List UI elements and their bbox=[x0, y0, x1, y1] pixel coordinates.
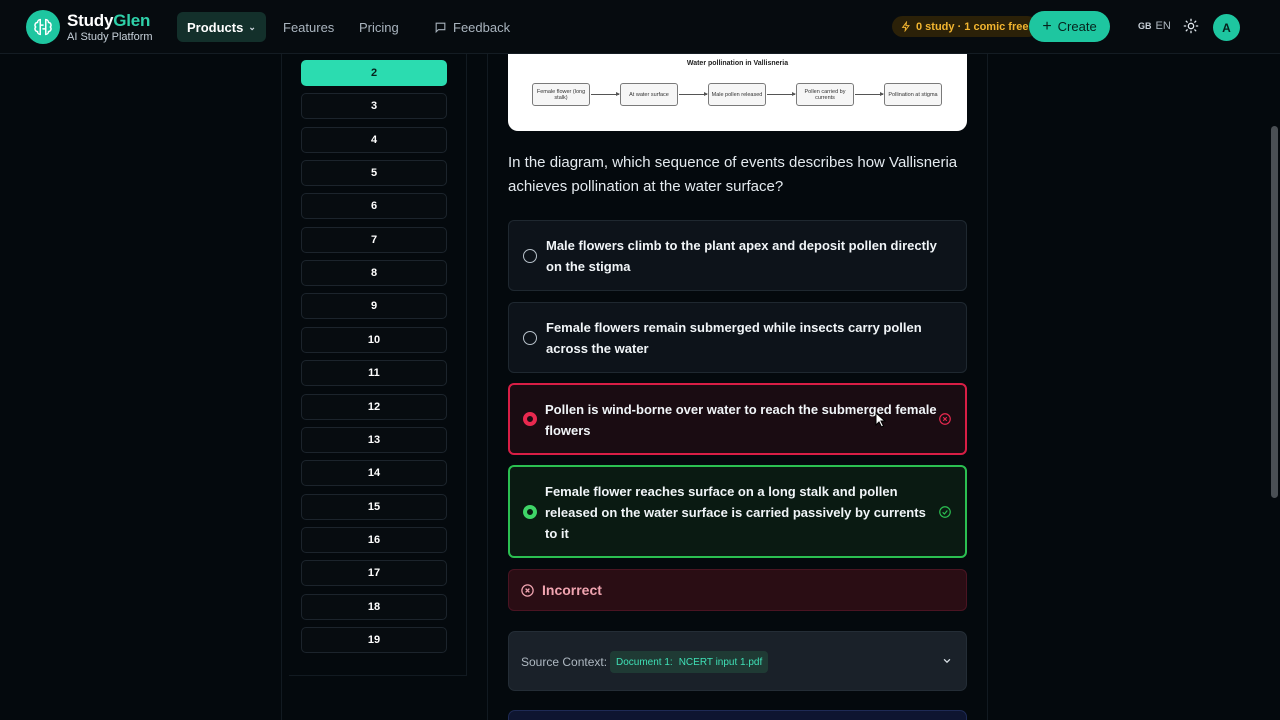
diagram-arrow bbox=[767, 92, 796, 96]
bolt-icon bbox=[901, 21, 910, 32]
diagram-arrow bbox=[591, 92, 620, 96]
nav-products-label: Products bbox=[187, 19, 244, 35]
radio-selected-icon bbox=[523, 412, 537, 426]
nav-pricing[interactable]: Pricing bbox=[349, 12, 409, 42]
top-navbar: StudyGlen AI Study Platform Products ⌄ F… bbox=[0, 0, 1280, 54]
question-nav-button[interactable]: 5 bbox=[301, 160, 447, 186]
radio-icon bbox=[523, 331, 537, 345]
answer-option-selected-wrong[interactable]: Pollen is wind-borne over water to reach… bbox=[508, 383, 967, 455]
message-icon bbox=[435, 22, 446, 33]
answer-option[interactable]: Female flowers remain submerged while in… bbox=[508, 302, 967, 373]
question-nav-button[interactable]: 9 bbox=[301, 293, 447, 319]
scrollbar-thumb[interactable] bbox=[1271, 126, 1278, 498]
check-circle-icon bbox=[939, 506, 951, 518]
sun-icon[interactable] bbox=[1183, 18, 1199, 34]
answer-option-text: Female flower reaches surface on a long … bbox=[545, 484, 926, 541]
question-nav-button[interactable]: 7 bbox=[301, 227, 447, 253]
question-nav-button[interactable]: 13 bbox=[301, 427, 447, 453]
brand-name: StudyGlen bbox=[67, 10, 151, 30]
question-nav-button[interactable]: 4 bbox=[301, 127, 447, 153]
question-nav-button[interactable]: 16 bbox=[301, 527, 447, 553]
question-nav-button[interactable]: 8 bbox=[301, 260, 447, 286]
question-text: In the diagram, which sequence of events… bbox=[508, 154, 958, 195]
radio-icon bbox=[523, 249, 537, 263]
create-label: Create bbox=[1057, 19, 1097, 34]
source-context-label: Source Context: bbox=[521, 655, 608, 669]
diagram-step: Female flower (long stalk) bbox=[532, 83, 590, 106]
nav-feedback-label: Feedback bbox=[453, 19, 511, 35]
brain-icon bbox=[26, 10, 60, 44]
answer-option-text: Male flowers climb to the plant apex and… bbox=[546, 238, 937, 274]
chevron-down-icon: ⌄ bbox=[248, 21, 256, 32]
language-label: EN bbox=[1155, 20, 1171, 32]
result-feedback: Incorrect bbox=[508, 569, 967, 611]
diagram-step: Pollen carried by currents bbox=[796, 83, 854, 106]
source-document-chip[interactable]: Document 1: NCERT input 1.pdf bbox=[610, 651, 769, 673]
diagram-step: At water surface bbox=[620, 83, 678, 106]
x-circle-icon bbox=[521, 584, 534, 597]
source-doc-label: Document 1: bbox=[616, 656, 673, 668]
language-selector[interactable]: GB EN bbox=[1138, 20, 1171, 32]
question-nav-button[interactable]: 6 bbox=[301, 193, 447, 219]
x-circle-icon bbox=[939, 413, 951, 425]
radio-correct-icon bbox=[523, 505, 537, 519]
result-text: Incorrect bbox=[542, 582, 602, 598]
question-diagram: Water pollination in Vallisneria Female … bbox=[508, 54, 967, 131]
answer-option-correct[interactable]: Female flower reaches surface on a long … bbox=[508, 465, 967, 558]
diagram-arrow bbox=[855, 92, 884, 96]
answer-option-text: Female flowers remain submerged while in… bbox=[546, 320, 922, 356]
mouse-cursor-icon bbox=[875, 412, 887, 428]
nav-products[interactable]: Products ⌄ bbox=[177, 12, 266, 42]
question-nav-button[interactable]: 11 bbox=[301, 360, 447, 386]
question-nav-button[interactable]: 12 bbox=[301, 394, 447, 420]
brand-tagline: AI Study Platform bbox=[67, 30, 153, 43]
chevron-down-icon bbox=[943, 658, 951, 664]
user-avatar[interactable]: A bbox=[1213, 14, 1240, 41]
question-nav-button[interactable]: 15 bbox=[301, 494, 447, 520]
next-section-card bbox=[508, 710, 967, 720]
diagram-step: Male pollen released bbox=[708, 83, 766, 106]
free-credits-badge[interactable]: 0 study · 1 comic free bbox=[892, 16, 1038, 37]
question-nav-button[interactable]: 10 bbox=[301, 327, 447, 353]
nav-features[interactable]: Features bbox=[273, 12, 344, 42]
diagram-arrow bbox=[679, 92, 708, 96]
question-nav-button[interactable]: 3 bbox=[301, 93, 447, 119]
question-nav-button[interactable]: 2 bbox=[301, 60, 447, 86]
create-button[interactable]: + Create bbox=[1029, 11, 1110, 42]
question-nav-button[interactable]: 17 bbox=[301, 560, 447, 586]
nav-feedback[interactable]: Feedback bbox=[424, 12, 520, 42]
diagram-step: Pollination at stigma bbox=[884, 83, 942, 106]
diagram-title: Water pollination in Vallisneria bbox=[686, 60, 789, 67]
question-nav-button[interactable]: 19 bbox=[301, 627, 447, 653]
page-scrollbar[interactable] bbox=[1268, 54, 1280, 720]
answer-option[interactable]: Male flowers climb to the plant apex and… bbox=[508, 220, 967, 291]
question-nav-button[interactable]: 14 bbox=[301, 460, 447, 486]
promo-text: 0 study · 1 comic free bbox=[916, 20, 1029, 33]
brand-logo[interactable]: StudyGlen AI Study Platform bbox=[26, 10, 153, 44]
flag-icon: GB bbox=[1138, 21, 1152, 31]
source-file-name: NCERT input 1.pdf bbox=[678, 656, 763, 668]
source-context-accordion[interactable]: Source Context: Document 1: NCERT input … bbox=[508, 631, 967, 691]
plus-icon: + bbox=[1042, 17, 1052, 35]
question-nav-button[interactable]: 18 bbox=[301, 594, 447, 620]
